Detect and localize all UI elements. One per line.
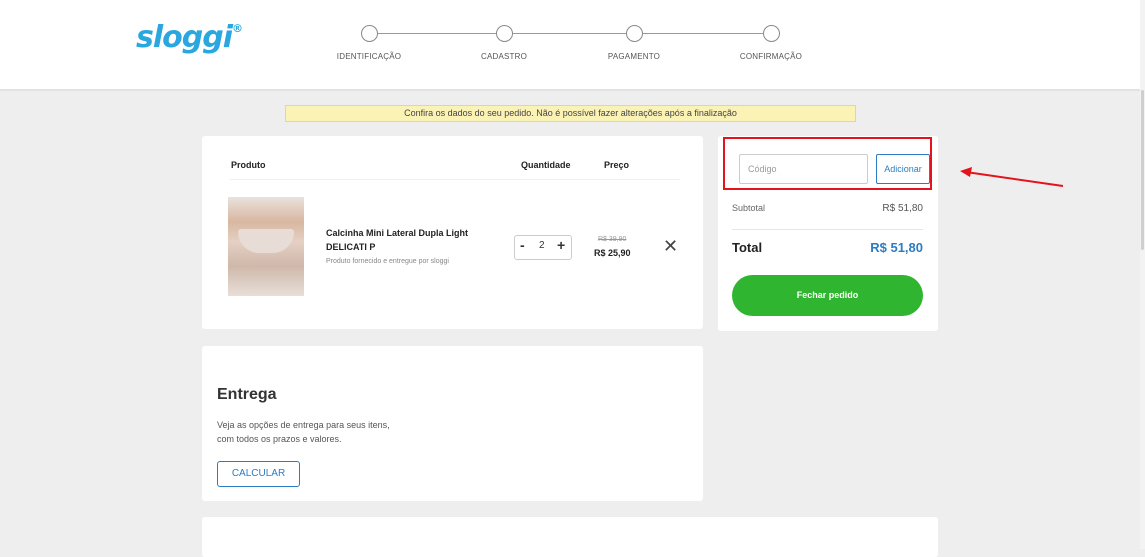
subtotal-label: Subtotal [732,203,766,213]
step-circle-icon [360,25,378,42]
steps-line [378,33,768,34]
delivery-title: Entrega [217,386,277,403]
delivery-description: Veja as opções de entrega para seus iten… [217,418,437,446]
header-price: Preço [604,160,630,170]
total-label: Total [732,240,763,255]
current-price: R$ 25,90 [594,248,631,258]
order-notice: Confira os dados do seu pedido. Não é po… [285,105,856,122]
old-price: R$ 39,90 [598,236,627,243]
step-circle-icon [625,25,643,42]
decrease-quantity-button[interactable]: - [520,237,525,253]
calculate-shipping-button[interactable]: CALCULAR [217,461,300,487]
product-seller: Produto fornecido e entregue por sloggi [326,258,449,265]
header-divider [230,179,680,180]
checkout-button[interactable]: Fechar pedido [732,275,923,316]
step-identificacao: IDENTIFICAÇÃO [309,25,429,61]
delivery-text-line1: Veja as opções de entrega para seus iten… [217,420,390,430]
checkout-steps: IDENTIFICAÇÃO CADASTRO PAGAMENTO CONFIRM… [0,0,1145,89]
product-name[interactable]: Calcinha Mini Lateral Dupla Light DELICA… [326,226,486,254]
header-product: Produto [231,160,266,170]
product-photo-detail [238,229,294,253]
coupon-code-input[interactable]: Código [739,154,868,184]
header-quantity: Quantidade [521,160,571,170]
product-image[interactable] [228,197,304,296]
scrollbar-thumb[interactable] [1141,90,1144,250]
delivery-card: Entrega Veja as opções de entrega para s… [202,346,703,501]
step-pagamento: PAGAMENTO [574,25,694,61]
quantity-value[interactable]: 2 [539,240,545,251]
red-arrow-icon [960,167,1064,187]
subtotal-value: R$ 51,80 [882,203,923,214]
add-coupon-button[interactable]: Adicionar [876,154,930,184]
increase-quantity-button[interactable]: + [557,237,565,253]
summary-divider [732,229,923,230]
delivery-text-line2: com todos os prazos e valores. [217,434,342,444]
step-circle-icon [495,25,513,42]
order-summary: Código Adicionar Subtotal R$ 51,80 Total… [718,136,938,331]
quantity-stepper: - 2 + [514,235,572,260]
site-header: sloggi® IDENTIFICAÇÃO CADASTRO PAGAMENTO… [0,0,1145,91]
step-circle-icon [762,25,780,42]
page-scrollbar[interactable] [1140,0,1145,549]
step-label: CADASTRO [480,52,528,61]
coupon-highlight-box: Código Adicionar [723,137,932,190]
step-label: IDENTIFICAÇÃO [336,52,402,61]
step-confirmacao: CONFIRMAÇÃO [711,25,831,61]
remove-item-icon[interactable]: ✕ [663,237,678,255]
step-label: PAGAMENTO [607,52,661,61]
next-section-card [202,517,938,557]
total-value: R$ 51,80 [870,240,923,255]
step-label: CONFIRMAÇÃO [739,52,803,61]
step-cadastro: CADASTRO [444,25,564,61]
cart-card: Produto Quantidade Preço Calcinha Mini L… [202,136,703,329]
